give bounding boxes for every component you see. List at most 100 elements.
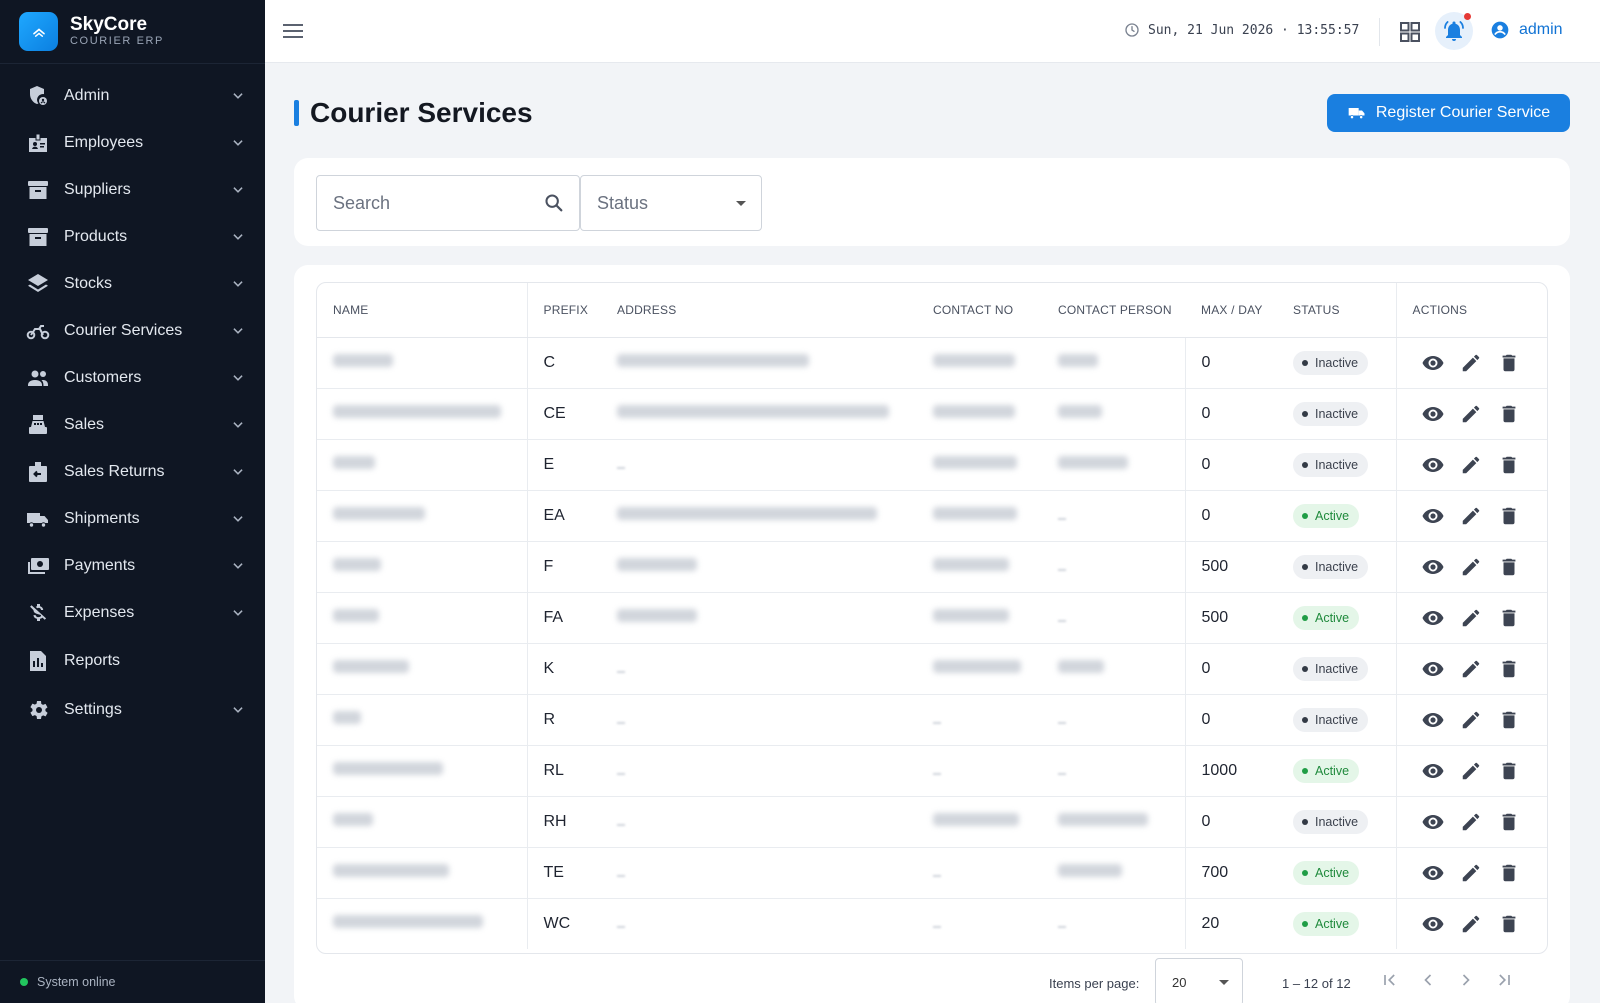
delete-trash-icon[interactable] (1497, 861, 1521, 885)
view-eye-icon[interactable] (1421, 606, 1445, 630)
table-row[interactable]: C 0 Inactive (317, 337, 1547, 389)
cell-status: Inactive (1277, 694, 1397, 746)
sidebar-item-sales-returns[interactable]: Sales Returns (0, 448, 265, 495)
delete-trash-icon[interactable] (1497, 759, 1521, 783)
sidebar-item-customers[interactable]: Customers (0, 354, 265, 401)
search-field[interactable] (316, 175, 580, 231)
delete-trash-icon[interactable] (1497, 606, 1521, 630)
edit-pencil-icon[interactable] (1459, 453, 1483, 477)
brand[interactable]: SkyCore COURIER ERP (0, 0, 265, 64)
edit-pencil-icon[interactable] (1459, 351, 1483, 375)
view-eye-icon[interactable] (1421, 708, 1445, 732)
next-page-icon[interactable] (1454, 968, 1478, 992)
cell-contact-person (1042, 796, 1185, 848)
cell-actions (1396, 694, 1547, 746)
sidebar-item-admin[interactable]: Admin (0, 72, 265, 119)
status-dot (1302, 818, 1308, 825)
delete-trash-icon[interactable] (1497, 708, 1521, 732)
sidebar-item-stocks[interactable]: Stocks (0, 260, 265, 307)
table-row[interactable]: CE 0 Inactive (317, 388, 1547, 440)
view-eye-icon[interactable] (1421, 351, 1445, 375)
view-eye-icon[interactable] (1421, 504, 1445, 528)
delete-trash-icon[interactable] (1497, 453, 1521, 477)
edit-pencil-icon[interactable] (1459, 861, 1483, 885)
register-courier-service-button[interactable]: Register Courier Service (1327, 94, 1570, 132)
edit-pencil-icon[interactable] (1459, 555, 1483, 579)
items-per-page-select[interactable]: 20 (1155, 958, 1243, 1003)
table-row[interactable]: E 0 Inactive (317, 439, 1547, 491)
sidebar-item-shipments[interactable]: Shipments (0, 495, 265, 542)
cell-actions (1396, 337, 1547, 389)
table-row[interactable]: TE 700 Active (317, 847, 1547, 899)
delete-trash-icon[interactable] (1497, 810, 1521, 834)
apps-grid-icon[interactable] (1398, 20, 1422, 44)
view-eye-icon[interactable] (1421, 810, 1445, 834)
view-eye-icon[interactable] (1421, 453, 1445, 477)
column-header-address[interactable]: ADDRESS (601, 283, 917, 338)
dropdown-arrow-icon (1219, 980, 1229, 985)
sidebar-item-payments[interactable]: Payments (0, 542, 265, 589)
view-eye-icon[interactable] (1421, 402, 1445, 426)
delete-trash-icon[interactable] (1497, 504, 1521, 528)
status-filter-select[interactable]: Status (580, 175, 762, 231)
cell-prefix: CE (527, 388, 601, 440)
delete-trash-icon[interactable] (1497, 555, 1521, 579)
cell-contact-no (917, 643, 1042, 695)
column-header-name[interactable]: NAME (317, 283, 528, 338)
first-page-icon[interactable] (1378, 968, 1402, 992)
column-header-status[interactable]: STATUS (1277, 283, 1397, 338)
menu-toggle-icon[interactable] (281, 19, 305, 43)
brand-name: SkyCore (70, 14, 148, 35)
search-icon[interactable] (543, 192, 565, 214)
sidebar-item-suppliers[interactable]: Suppliers (0, 166, 265, 213)
table-row[interactable]: F 500 Inactive (317, 541, 1547, 593)
sidebar-item-employees[interactable]: Employees (0, 119, 265, 166)
sidebar-item-reports[interactable]: Reports (0, 636, 265, 685)
edit-pencil-icon[interactable] (1459, 657, 1483, 681)
cell-actions (1396, 541, 1547, 593)
table-row[interactable]: K 0 Inactive (317, 643, 1547, 695)
table-row[interactable]: RH 0 Inactive (317, 796, 1547, 848)
table-row[interactable]: WC 20 Active (317, 898, 1547, 949)
column-header-prefix[interactable]: PREFIX (527, 283, 601, 338)
last-page-icon[interactable] (1492, 968, 1516, 992)
sidebar-item-sales[interactable]: Sales (0, 401, 265, 448)
column-header-actions[interactable]: ACTIONS (1396, 283, 1547, 338)
search-input[interactable] (333, 192, 533, 214)
sidebar-item-expenses[interactable]: Expenses (0, 589, 265, 636)
view-eye-icon[interactable] (1421, 555, 1445, 579)
delete-trash-icon[interactable] (1497, 657, 1521, 681)
sidebar-item-settings[interactable]: Settings (0, 685, 265, 734)
empty-value-dash (617, 466, 625, 469)
sidebar-item-courier-services[interactable]: Courier Services (0, 307, 265, 354)
edit-pencil-icon[interactable] (1459, 759, 1483, 783)
edit-pencil-icon[interactable] (1459, 606, 1483, 630)
delete-trash-icon[interactable] (1497, 402, 1521, 426)
delete-trash-icon[interactable] (1497, 351, 1521, 375)
view-eye-icon[interactable] (1421, 861, 1445, 885)
user-menu[interactable]: admin (1490, 20, 1563, 40)
column-header-max-day[interactable]: MAX / DAY (1185, 283, 1277, 338)
table-row[interactable]: FA 500 Active (317, 592, 1547, 644)
redacted-name (333, 353, 393, 367)
edit-pencil-icon[interactable] (1459, 504, 1483, 528)
view-eye-icon[interactable] (1421, 759, 1445, 783)
edit-pencil-icon[interactable] (1459, 402, 1483, 426)
column-header-contact-no[interactable]: CONTACT NO (917, 283, 1042, 338)
delete-trash-icon[interactable] (1497, 912, 1521, 936)
view-eye-icon[interactable] (1421, 912, 1445, 936)
table-row[interactable]: RL 1000 Active (317, 745, 1547, 797)
edit-pencil-icon[interactable] (1459, 810, 1483, 834)
truck-icon (1347, 103, 1367, 123)
edit-pencil-icon[interactable] (1459, 912, 1483, 936)
notifications-bell-icon[interactable] (1435, 12, 1473, 50)
table-row[interactable]: R 0 Inactive (317, 694, 1547, 746)
view-eye-icon[interactable] (1421, 657, 1445, 681)
previous-page-icon[interactable] (1416, 968, 1440, 992)
edit-pencil-icon[interactable] (1459, 708, 1483, 732)
table-row[interactable]: EA 0 Active (317, 490, 1547, 542)
cell-status: Active (1277, 592, 1397, 644)
status-badge: Inactive (1293, 401, 1369, 426)
column-header-contact-person[interactable]: CONTACT PERSON (1042, 283, 1185, 338)
sidebar-item-products[interactable]: Products (0, 213, 265, 260)
